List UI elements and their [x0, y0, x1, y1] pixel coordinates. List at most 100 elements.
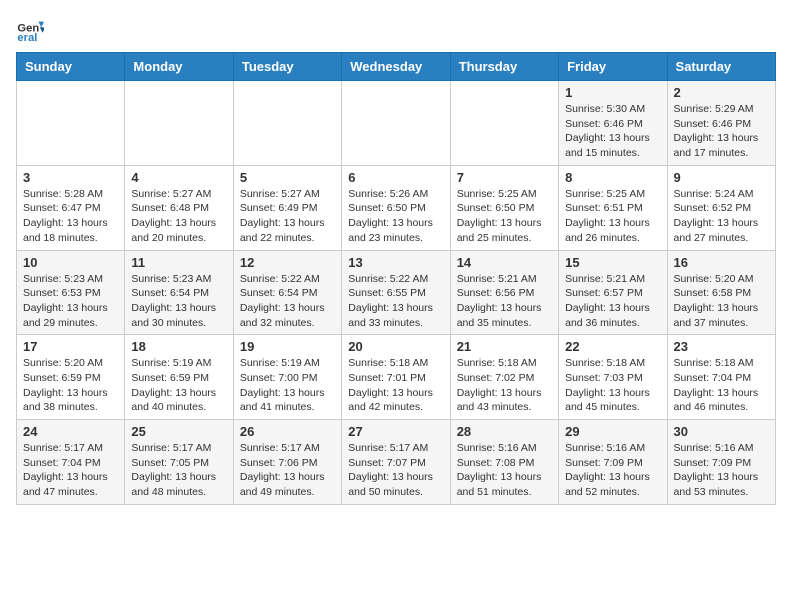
calendar-cell: 24 Sunrise: 5:17 AMSunset: 7:04 PMDayligh… — [17, 420, 125, 505]
calendar-cell — [342, 81, 450, 166]
day-info: Sunrise: 5:17 AMSunset: 7:05 PMDaylight:… — [131, 441, 226, 500]
day-number: 10 — [23, 255, 118, 270]
day-info: Sunrise: 5:19 AMSunset: 7:00 PMDaylight:… — [240, 356, 335, 415]
calendar-cell: 10 Sunrise: 5:23 AMSunset: 6:53 PMDayligh… — [17, 250, 125, 335]
day-info: Sunrise: 5:23 AMSunset: 6:53 PMDaylight:… — [23, 272, 118, 331]
calendar-cell: 12 Sunrise: 5:22 AMSunset: 6:54 PMDayligh… — [233, 250, 341, 335]
day-info: Sunrise: 5:19 AMSunset: 6:59 PMDaylight:… — [131, 356, 226, 415]
calendar-week-row: 17Sunrise: 5:20 AMSunset: 6:59 PMDayligh… — [17, 335, 776, 420]
day-info: Sunrise: 5:16 AMSunset: 7:09 PMDaylight:… — [674, 441, 769, 500]
day-number: 19 — [240, 339, 335, 354]
day-number: 7 — [457, 170, 552, 185]
calendar-header-row: SundayMondayTuesdayWednesdayThursdayFrid… — [17, 53, 776, 81]
page-header: Gen eral — [16, 16, 776, 44]
calendar-table: SundayMondayTuesdayWednesdayThursdayFrid… — [16, 52, 776, 505]
calendar-cell: 25Sunrise: 5:17 AMSunset: 7:05 PMDayligh… — [125, 420, 233, 505]
day-info: Sunrise: 5:22 AMSunset: 6:55 PMDaylight:… — [348, 272, 443, 331]
day-info: Sunrise: 5:26 AMSunset: 6:50 PMDaylight:… — [348, 187, 443, 246]
calendar-cell: 11 Sunrise: 5:23 AMSunset: 6:54 PMDayligh… — [125, 250, 233, 335]
day-info: Sunrise: 5:17 AMSunset: 7:07 PMDaylight:… — [348, 441, 443, 500]
day-number: 17 — [23, 339, 118, 354]
logo-icon: Gen eral — [16, 16, 44, 44]
calendar-cell: 1Sunrise: 5:30 AMSunset: 6:46 PMDaylight… — [559, 81, 667, 166]
calendar-cell: 17Sunrise: 5:20 AMSunset: 6:59 PMDayligh… — [17, 335, 125, 420]
day-number: 12 — [240, 255, 335, 270]
day-info: Sunrise: 5:25 AMSunset: 6:51 PMDaylight:… — [565, 187, 660, 246]
svg-text:eral: eral — [17, 32, 37, 44]
calendar-cell: 14 Sunrise: 5:21 AMSunset: 6:56 PMDayligh… — [450, 250, 558, 335]
day-number: 30 — [674, 424, 769, 439]
day-number: 13 — [348, 255, 443, 270]
calendar-cell — [125, 81, 233, 166]
day-info: Sunrise: 5:21 AMSunset: 6:56 PMDaylight:… — [457, 272, 552, 331]
calendar-cell: 19 Sunrise: 5:19 AMSunset: 7:00 PMDayligh… — [233, 335, 341, 420]
day-number: 22 — [565, 339, 660, 354]
weekday-header: Sunday — [17, 53, 125, 81]
day-number: 21 — [457, 339, 552, 354]
day-number: 16 — [674, 255, 769, 270]
day-info: Sunrise: 5:17 AMSunset: 7:04 PMDaylight:… — [23, 441, 118, 500]
day-number: 18 — [131, 339, 226, 354]
calendar-cell: 18 Sunrise: 5:19 AMSunset: 6:59 PMDayligh… — [125, 335, 233, 420]
logo: Gen eral — [16, 16, 48, 44]
day-number: 14 — [457, 255, 552, 270]
day-info: Sunrise: 5:18 AMSunset: 7:02 PMDaylight:… — [457, 356, 552, 415]
calendar-cell: 29Sunrise: 5:16 AMSunset: 7:09 PMDayligh… — [559, 420, 667, 505]
day-number: 24 — [23, 424, 118, 439]
day-info: Sunrise: 5:29 AMSunset: 6:46 PMDaylight:… — [674, 102, 769, 161]
calendar-cell — [17, 81, 125, 166]
weekday-header: Saturday — [667, 53, 775, 81]
weekday-header: Wednesday — [342, 53, 450, 81]
day-info: Sunrise: 5:24 AMSunset: 6:52 PMDaylight:… — [674, 187, 769, 246]
calendar-cell: 8 Sunrise: 5:25 AMSunset: 6:51 PMDaylight… — [559, 165, 667, 250]
calendar-cell: 4 Sunrise: 5:27 AMSunset: 6:48 PMDaylight… — [125, 165, 233, 250]
day-number: 28 — [457, 424, 552, 439]
calendar-cell: 21 Sunrise: 5:18 AMSunset: 7:02 PMDayligh… — [450, 335, 558, 420]
calendar-cell: 6Sunrise: 5:26 AMSunset: 6:50 PMDaylight… — [342, 165, 450, 250]
calendar-week-row: 10 Sunrise: 5:23 AMSunset: 6:53 PMDayligh… — [17, 250, 776, 335]
day-info: Sunrise: 5:18 AMSunset: 7:03 PMDaylight:… — [565, 356, 660, 415]
day-info: Sunrise: 5:28 AMSunset: 6:47 PMDaylight:… — [23, 187, 118, 246]
calendar-week-row: 24 Sunrise: 5:17 AMSunset: 7:04 PMDayligh… — [17, 420, 776, 505]
day-info: Sunrise: 5:27 AMSunset: 6:48 PMDaylight:… — [131, 187, 226, 246]
calendar-cell — [233, 81, 341, 166]
weekday-header: Friday — [559, 53, 667, 81]
day-number: 11 — [131, 255, 226, 270]
day-number: 5 — [240, 170, 335, 185]
calendar-cell: 26 Sunrise: 5:17 AMSunset: 7:06 PMDayligh… — [233, 420, 341, 505]
day-number: 8 — [565, 170, 660, 185]
calendar-cell: 7Sunrise: 5:25 AMSunset: 6:50 PMDaylight… — [450, 165, 558, 250]
day-number: 15 — [565, 255, 660, 270]
day-number: 23 — [674, 339, 769, 354]
day-info: Sunrise: 5:18 AMSunset: 7:04 PMDaylight:… — [674, 356, 769, 415]
calendar-cell: 22 Sunrise: 5:18 AMSunset: 7:03 PMDayligh… — [559, 335, 667, 420]
day-info: Sunrise: 5:18 AMSunset: 7:01 PMDaylight:… — [348, 356, 443, 415]
day-number: 9 — [674, 170, 769, 185]
day-number: 4 — [131, 170, 226, 185]
calendar-cell: 5Sunrise: 5:27 AMSunset: 6:49 PMDaylight… — [233, 165, 341, 250]
day-number: 3 — [23, 170, 118, 185]
weekday-header: Thursday — [450, 53, 558, 81]
day-info: Sunrise: 5:30 AMSunset: 6:46 PMDaylight:… — [565, 102, 660, 161]
day-info: Sunrise: 5:20 AMSunset: 6:58 PMDaylight:… — [674, 272, 769, 331]
calendar-cell: 16 Sunrise: 5:20 AMSunset: 6:58 PMDayligh… — [667, 250, 775, 335]
calendar-week-row: 3 Sunrise: 5:28 AMSunset: 6:47 PMDaylight… — [17, 165, 776, 250]
day-info: Sunrise: 5:17 AMSunset: 7:06 PMDaylight:… — [240, 441, 335, 500]
calendar-cell: 28 Sunrise: 5:16 AMSunset: 7:08 PMDayligh… — [450, 420, 558, 505]
calendar-cell: 9 Sunrise: 5:24 AMSunset: 6:52 PMDaylight… — [667, 165, 775, 250]
day-number: 20 — [348, 339, 443, 354]
calendar-cell: 27Sunrise: 5:17 AMSunset: 7:07 PMDayligh… — [342, 420, 450, 505]
calendar-cell: 3 Sunrise: 5:28 AMSunset: 6:47 PMDaylight… — [17, 165, 125, 250]
calendar-cell: 20 Sunrise: 5:18 AMSunset: 7:01 PMDayligh… — [342, 335, 450, 420]
day-info: Sunrise: 5:16 AMSunset: 7:08 PMDaylight:… — [457, 441, 552, 500]
day-info: Sunrise: 5:22 AMSunset: 6:54 PMDaylight:… — [240, 272, 335, 331]
weekday-header: Tuesday — [233, 53, 341, 81]
weekday-header: Monday — [125, 53, 233, 81]
calendar-cell — [450, 81, 558, 166]
day-number: 26 — [240, 424, 335, 439]
calendar-cell: 2Sunrise: 5:29 AMSunset: 6:46 PMDaylight… — [667, 81, 775, 166]
day-info: Sunrise: 5:23 AMSunset: 6:54 PMDaylight:… — [131, 272, 226, 331]
calendar-cell: 23 Sunrise: 5:18 AMSunset: 7:04 PMDayligh… — [667, 335, 775, 420]
calendar-week-row: 1Sunrise: 5:30 AMSunset: 6:46 PMDaylight… — [17, 81, 776, 166]
calendar-cell: 15Sunrise: 5:21 AMSunset: 6:57 PMDayligh… — [559, 250, 667, 335]
